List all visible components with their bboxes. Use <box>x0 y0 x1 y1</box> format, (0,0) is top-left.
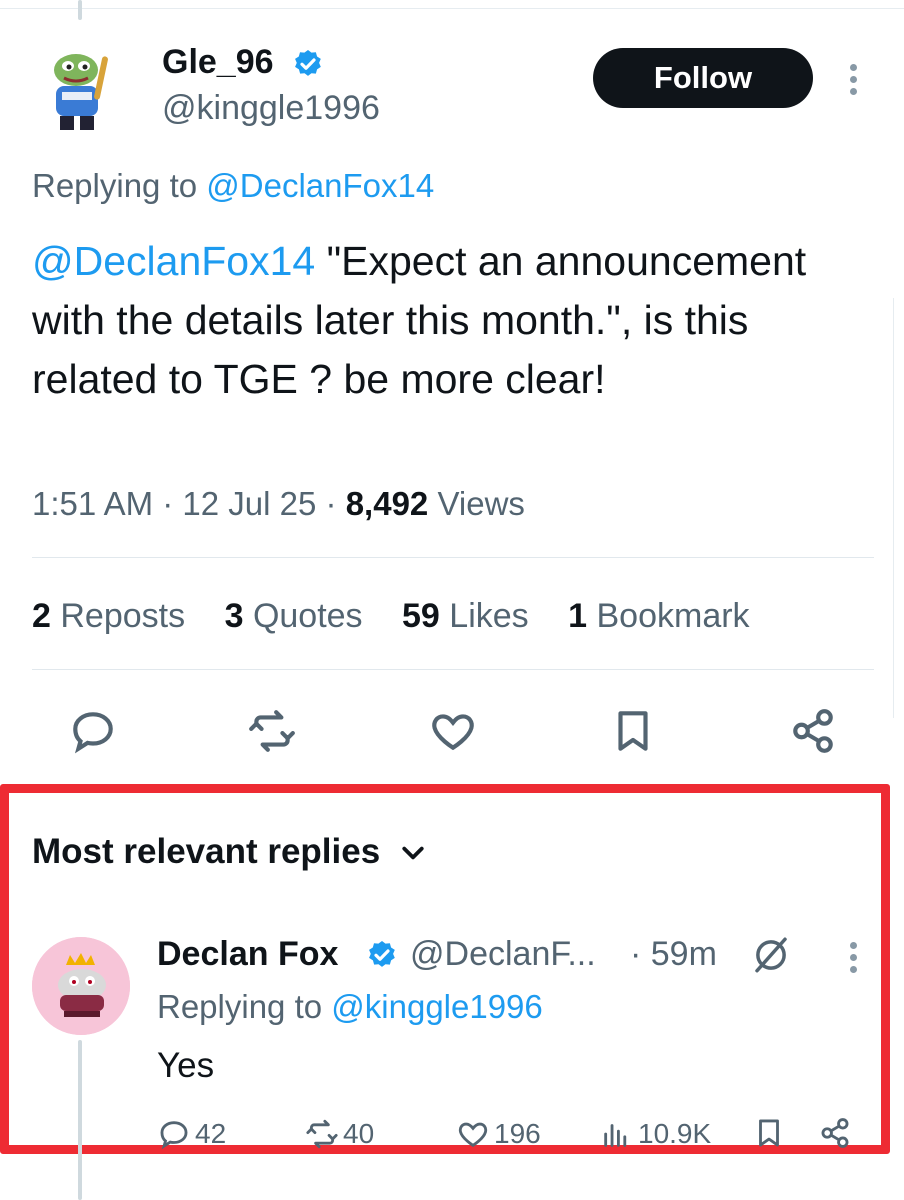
reply-author-handle[interactable]: @DeclanF... <box>410 933 596 975</box>
repost-count: 40 <box>343 1118 375 1149</box>
tweet-time[interactable]: 1:51 AM <box>32 485 153 522</box>
mention-link[interactable]: @DeclanFox14 <box>32 238 315 284</box>
avatar[interactable] <box>36 42 132 138</box>
views-label: Views <box>437 485 525 522</box>
grok-icon[interactable] <box>750 934 792 976</box>
more-options-icon[interactable] <box>850 64 858 100</box>
repost-icon <box>306 1119 338 1149</box>
thread-line-bottom <box>78 1040 82 1200</box>
frog-avatar-icon <box>36 42 132 138</box>
replying-to: Replying to @DeclanFox14 <box>32 166 434 206</box>
reply-reply-button[interactable]: 42 <box>157 1116 226 1152</box>
divider <box>32 557 874 558</box>
reply-replying-handle-link[interactable]: @kinggle1996 <box>331 988 543 1025</box>
reply-author-name[interactable]: Declan Fox <box>157 933 338 975</box>
tweet-meta: 1:51 AM · 12 Jul 25 · 8,492 Views <box>32 485 525 522</box>
like-icon <box>458 1122 488 1147</box>
reply-replying-to: Replying to @kinggle1996 <box>157 987 543 1027</box>
verified-badge-icon <box>295 50 321 76</box>
top-divider <box>0 8 904 9</box>
reply-repost-button[interactable]: 40 <box>305 1116 374 1152</box>
views-count: 8,492 <box>345 485 429 522</box>
reply-time[interactable]: · 59m <box>630 933 717 975</box>
divider <box>32 669 874 670</box>
like-count: 196 <box>494 1118 541 1149</box>
stat-reposts[interactable]: 2 Reposts <box>32 597 185 635</box>
like-icon[interactable] <box>428 706 478 756</box>
follow-button[interactable]: Follow <box>593 48 813 108</box>
chevron-down-icon[interactable] <box>398 838 428 868</box>
replying-handle-link[interactable]: @DeclanFox14 <box>206 167 434 204</box>
reply-icon[interactable] <box>68 706 118 756</box>
reply-count: 42 <box>195 1118 227 1149</box>
verified-badge-icon <box>369 941 395 967</box>
author-name[interactable]: Gle_96 <box>162 42 274 82</box>
reply-more-options-icon[interactable] <box>850 942 858 978</box>
reply-replying-prefix: Replying to <box>157 988 323 1025</box>
tweet-text: @DeclanFox14 "Expect an announcement wit… <box>32 232 882 409</box>
reply-icon <box>160 1121 188 1150</box>
share-icon[interactable] <box>788 706 838 756</box>
author-handle[interactable]: @kinggle1996 <box>162 88 380 128</box>
bookmark-icon[interactable] <box>608 706 658 756</box>
stat-bookmarks[interactable]: 1 Bookmark <box>568 597 749 635</box>
tweet-date[interactable]: 12 Jul 25 <box>182 485 316 522</box>
bookmark-icon[interactable] <box>752 1116 786 1150</box>
reply-views-button[interactable]: 10.9K <box>600 1116 711 1152</box>
thread-line-top <box>78 0 82 20</box>
reply-text: Yes <box>157 1046 215 1085</box>
replying-prefix: Replying to <box>32 167 198 204</box>
stat-quotes[interactable]: 3 Quotes <box>225 597 363 635</box>
views-chart-icon <box>604 1124 627 1147</box>
king-frog-avatar-icon <box>32 937 130 1035</box>
view-count: 10.9K <box>638 1118 712 1149</box>
right-edge-rule <box>893 298 894 718</box>
share-icon[interactable] <box>818 1116 852 1150</box>
replies-sort-label[interactable]: Most relevant replies <box>32 830 380 874</box>
stat-likes[interactable]: 59 Likes <box>402 597 529 635</box>
engagement-stats: 2 Reposts 3 Quotes 59 Likes 1 Bookmark <box>32 594 780 638</box>
reply-avatar[interactable] <box>32 937 130 1035</box>
repost-icon[interactable] <box>247 706 297 756</box>
reply-like-button[interactable]: 196 <box>456 1116 541 1152</box>
